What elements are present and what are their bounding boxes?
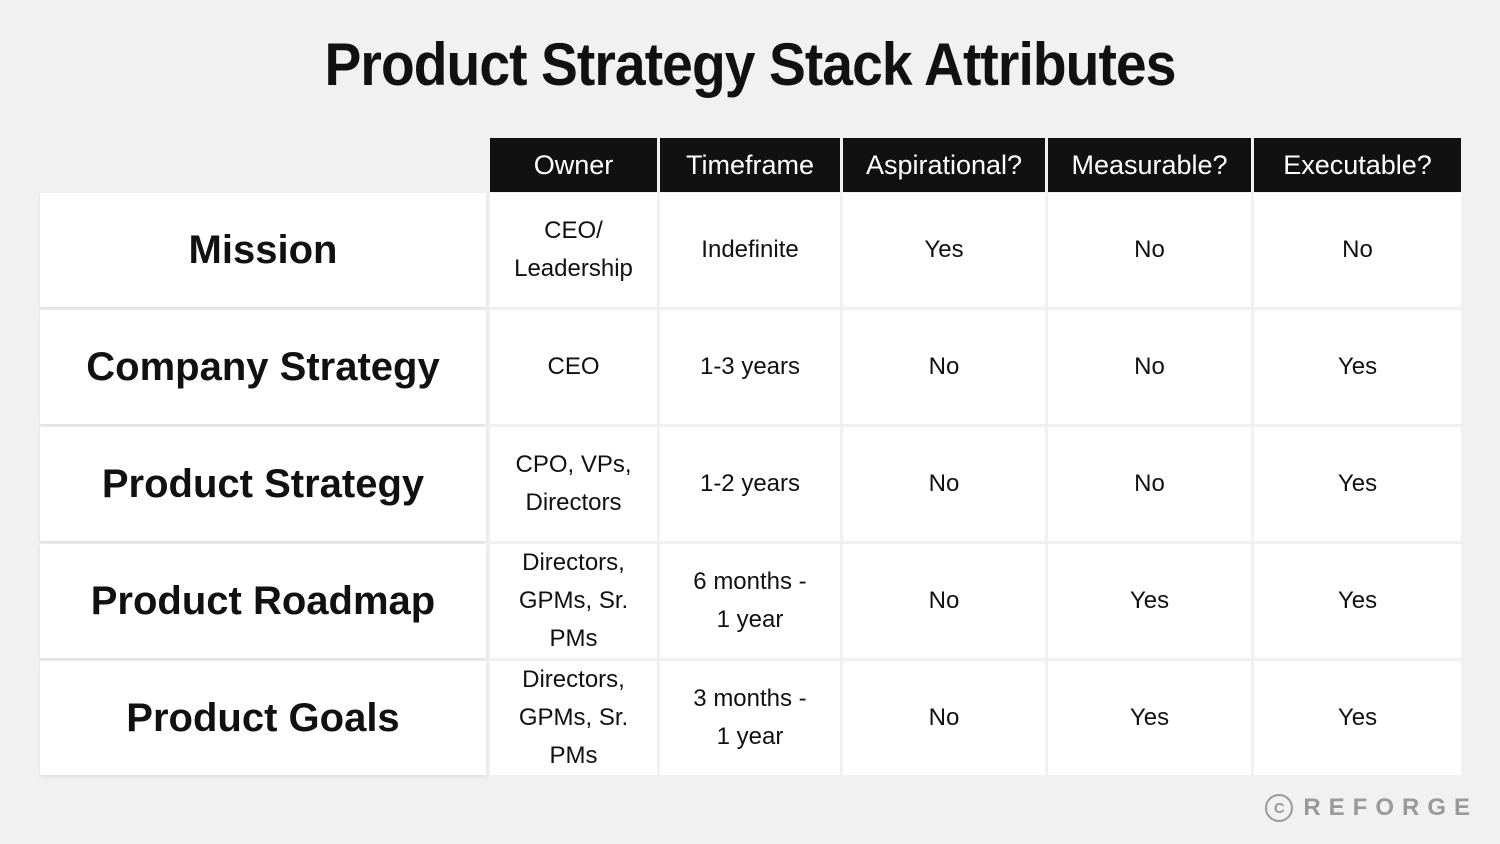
table-cell: 3 months - 1 year [660,661,840,775]
column-header: Measurable? [1048,138,1251,192]
table-cell: CEO/ Leadership [490,193,657,307]
table-cell: Directors, GPMs, Sr. PMs [490,544,657,658]
table-cell: CPO, VPs, Directors [490,427,657,541]
table-cell: Indefinite [660,193,840,307]
row-label: Company Strategy [40,310,486,424]
table-cell: Directors, GPMs, Sr. PMs [490,661,657,775]
table-cell: 6 months - 1 year [660,544,840,658]
row-label: Product Goals [40,661,486,775]
row-label: Product Roadmap [40,544,486,658]
table-cell: 1-2 years [660,427,840,541]
table-cell: Yes [843,193,1045,307]
column-header: Aspirational? [843,138,1045,192]
column-header: Owner [490,138,657,192]
table-cell: No [843,661,1045,775]
table-cell: No [1254,193,1461,307]
table-cell: Yes [1254,427,1461,541]
table-cell: 1-3 years [660,310,840,424]
table-cell: No [843,310,1045,424]
table-cell: No [1048,310,1251,424]
row-label: Product Strategy [40,427,486,541]
table-cell: No [1048,193,1251,307]
table-cell: No [1048,427,1251,541]
row-label: Mission [40,193,486,307]
column-header: Timeframe [660,138,840,192]
table-cell: CEO [490,310,657,424]
table-cell: Yes [1048,544,1251,658]
column-header: Executable? [1254,138,1461,192]
copyright-icon: C [1265,794,1294,822]
logo-text: REFORGE [1303,794,1478,821]
page-title: Product Strategy Stack Attributes [324,31,1177,98]
table-cell: Yes [1048,661,1251,775]
reforge-logo: C REFORGE [1265,794,1478,822]
table-cell: No [843,427,1045,541]
table-cell: Yes [1254,661,1461,775]
table-cell: No [843,544,1045,658]
table-cell: Yes [1254,310,1461,424]
table-cell: Yes [1254,544,1461,658]
